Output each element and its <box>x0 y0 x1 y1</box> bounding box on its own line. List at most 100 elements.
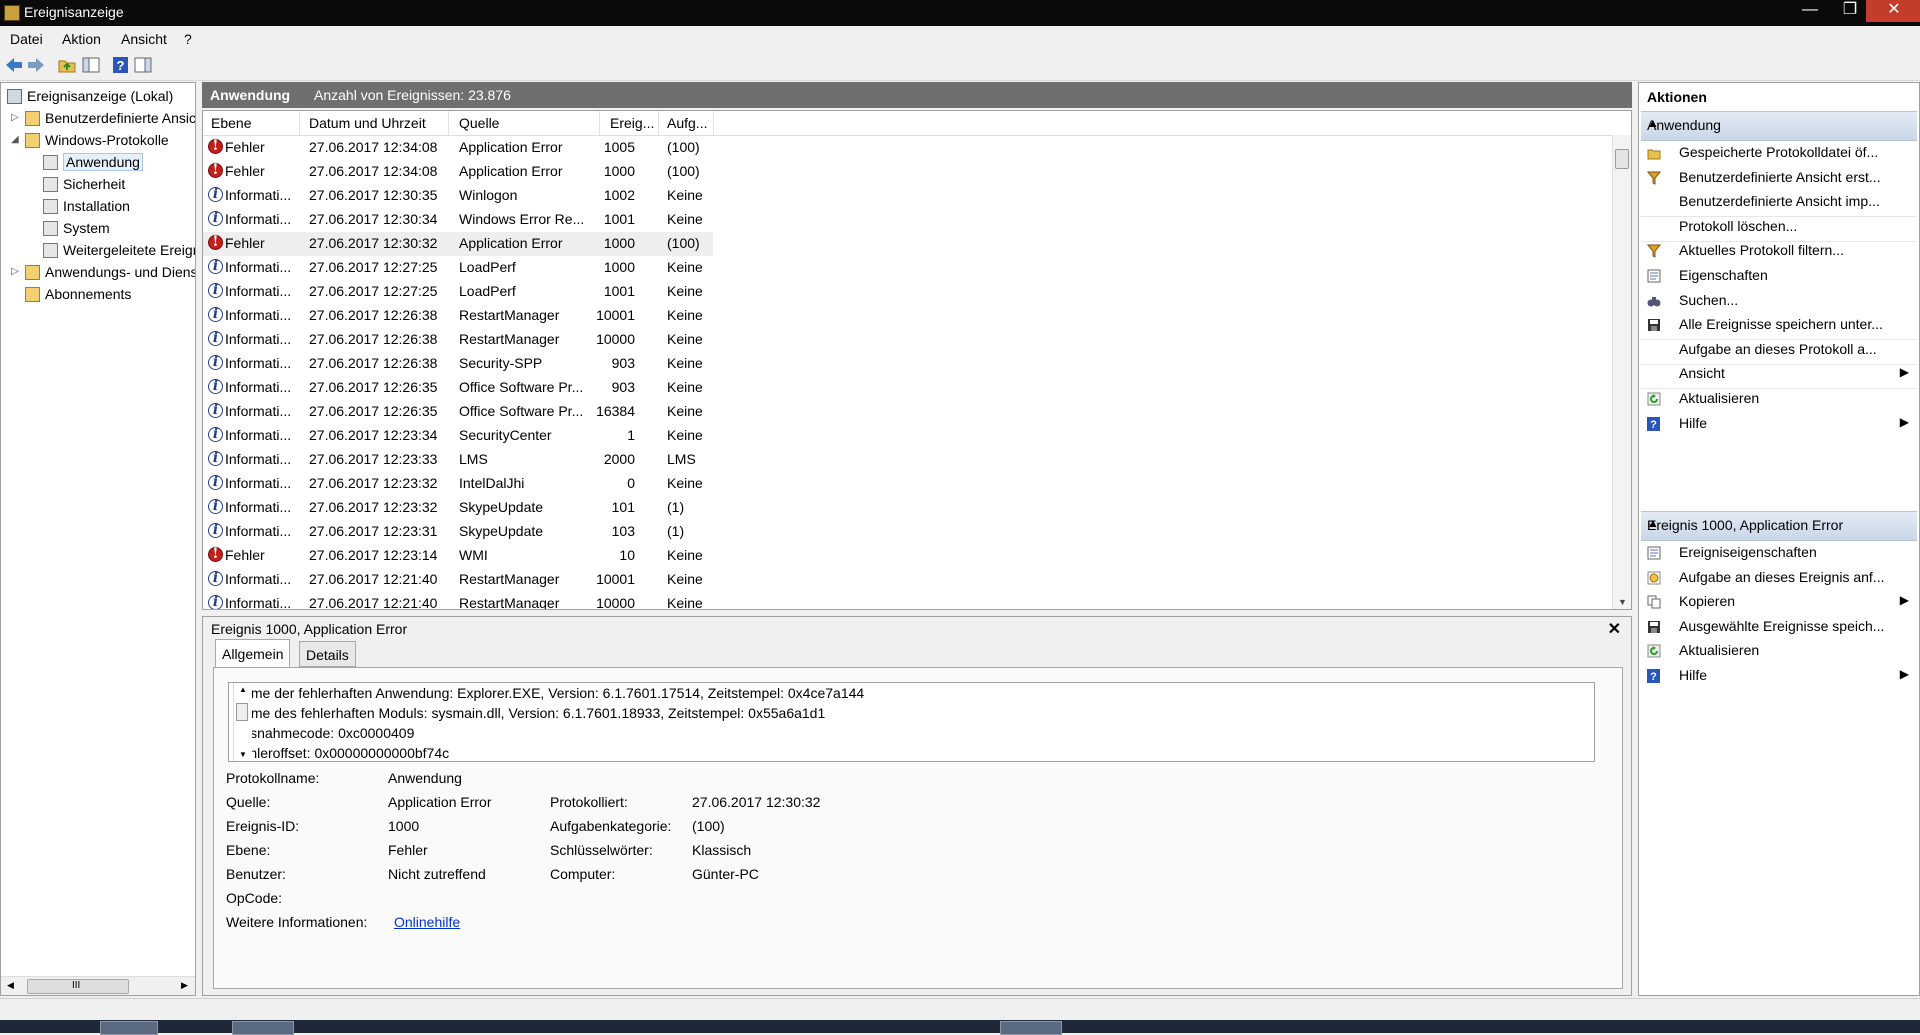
binoculars-icon <box>1647 294 1661 308</box>
tree-item-app-service-logs[interactable]: Anwendungs- und Dienstprotokolle <box>25 261 195 283</box>
cell-ebene: Informati... <box>225 571 292 587</box>
forward-arrow-icon[interactable] <box>27 57 45 73</box>
col-datum[interactable]: Datum und Uhrzeit <box>309 115 426 131</box>
scroll-down-icon[interactable]: ▼ <box>1618 597 1627 607</box>
section-anwendung[interactable]: Anwendung ▲ <box>1641 111 1917 141</box>
cell-ereignis-id: 1002 <box>603 187 635 203</box>
action-item[interactable]: ? Hilfe ▶ <box>1641 410 1917 438</box>
tree-item-custom-views[interactable]: Benutzerdefinierte Ansichten <box>25 107 195 129</box>
cell-ebene: Informati... <box>225 499 292 515</box>
table-row[interactable]: i Informati... 27.06.2017 12:26:38 RestartM… <box>203 328 713 352</box>
event-message-box[interactable]: Name der fehlerhaften Anwendung: Explore… <box>228 682 1595 762</box>
event-viewer-app-icon <box>4 5 20 21</box>
table-row[interactable]: i Informati... 27.06.2017 12:23:34 Security… <box>203 424 713 448</box>
cell-datum: 27.06.2017 12:26:35 <box>309 403 438 419</box>
table-row[interactable]: i Informati... 27.06.2017 12:23:31 SkypeUpd… <box>203 520 713 544</box>
table-row[interactable]: i Informati... 27.06.2017 12:26:35 Office S… <box>203 376 713 400</box>
menu-aktion[interactable]: Aktion <box>62 31 101 47</box>
cell-ereignis-id: 10000 <box>596 595 635 610</box>
scrollbar-thumb[interactable]: III <box>27 979 129 994</box>
event-detail-pane: Ereignis 1000, Application Error ✕ Allge… <box>202 616 1632 996</box>
col-aufgabenkategorie[interactable]: Aufg... <box>667 115 707 131</box>
cell-ebene: Informati... <box>225 379 292 395</box>
col-ereignis-id[interactable]: Ereig... <box>610 115 654 131</box>
table-row[interactable]: i Informati... 27.06.2017 12:23:32 SkypeUpd… <box>203 496 713 520</box>
table-row[interactable]: i Informati... 27.06.2017 12:27:25 LoadPerf… <box>203 256 713 280</box>
message-scrollbar[interactable]: ▲ ▼ <box>233 683 252 761</box>
close-window-button[interactable]: ✕ <box>1866 0 1920 22</box>
col-quelle[interactable]: Quelle <box>459 115 499 131</box>
table-row[interactable]: i Informati... 27.06.2017 12:30:35 Winlogon… <box>203 184 713 208</box>
scroll-up-icon[interactable]: ▲ <box>239 685 247 694</box>
show-hide-action-pane-icon[interactable] <box>134 57 152 73</box>
folder-up-icon[interactable] <box>58 57 76 73</box>
general-tab-panel: Name der fehlerhaften Anwendung: Explore… <box>213 667 1623 989</box>
label-aufgabenkategorie: Aufgabenkategorie: <box>550 818 672 834</box>
scroll-down-icon[interactable]: ▼ <box>239 750 247 759</box>
table-row[interactable]: i Informati... 27.06.2017 12:23:32 IntelDal… <box>203 472 713 496</box>
table-row[interactable]: i Informati... 27.06.2017 12:26:38 Security… <box>203 352 713 376</box>
title-bar: Ereignisanzeige — ❐ ✕ <box>0 0 1920 26</box>
table-row[interactable]: i Informati... 27.06.2017 12:30:34 Windows … <box>203 208 713 232</box>
table-header: Ebene Datum und Uhrzeit Quelle Ereig... … <box>203 111 1613 136</box>
tree-horizontal-scrollbar[interactable]: ◀ III ▶ <box>1 976 195 995</box>
tree-item-anwendung[interactable]: Anwendung <box>43 151 143 173</box>
back-arrow-icon[interactable] <box>5 57 23 73</box>
tab-allgemein[interactable]: Allgemein <box>215 639 291 667</box>
maximize-button[interactable]: ❐ <box>1830 0 1870 22</box>
table-row[interactable]: ! Fehler 27.06.2017 12:30:32 Application Er… <box>203 232 713 256</box>
table-row[interactable]: i Informati... 27.06.2017 12:23:33 LMS 2000 L… <box>203 448 713 472</box>
tree-item-system[interactable]: System <box>43 217 110 239</box>
tree-root[interactable]: Ereignisanzeige (Lokal) <box>7 85 173 107</box>
online-help-link[interactable]: Onlinehilfe <box>394 914 460 930</box>
menu-ansicht[interactable]: Ansicht <box>121 31 167 47</box>
actions-title: Aktionen <box>1647 89 1707 105</box>
cell-quelle: LoadPerf <box>459 283 516 299</box>
action-item[interactable]: ? Hilfe ▶ <box>1641 662 1917 690</box>
expand-app-service-logs-icon[interactable]: ▷ <box>11 266 19 277</box>
save-icon <box>1647 620 1661 634</box>
tree-item-installation[interactable]: Installation <box>43 195 130 217</box>
label-ebene: Ebene: <box>226 842 271 858</box>
minimize-button[interactable]: — <box>1790 0 1830 22</box>
collapse-icon[interactable]: ▲ <box>1647 116 1909 130</box>
cell-ereignis-id: 1005 <box>603 139 635 155</box>
col-ebene[interactable]: Ebene <box>211 115 251 131</box>
tree-item-subscriptions[interactable]: Abonnements <box>25 283 131 305</box>
expand-custom-views-icon[interactable]: ▷ <box>11 112 19 123</box>
table-row[interactable]: ! Fehler 27.06.2017 12:34:08 Application Er… <box>203 136 713 160</box>
folder-icon <box>25 132 40 148</box>
tab-details[interactable]: Details <box>299 641 356 667</box>
tree-item-forwarded-events[interactable]: Weitergeleitete Ereignisse <box>43 239 195 261</box>
collapse-windows-logs-icon[interactable]: ◢ <box>11 134 19 145</box>
help-icon[interactable]: ? <box>112 57 130 73</box>
table-row[interactable]: ! Fehler 27.06.2017 12:23:14 WMI 10 Keine <box>203 544 713 568</box>
collapse-icon[interactable]: ▲ <box>1647 516 1909 530</box>
table-row[interactable]: i Informati... 27.06.2017 12:21:40 RestartM… <box>203 592 713 610</box>
scrollbar-thumb[interactable] <box>236 703 248 721</box>
scroll-right-icon[interactable]: ▶ <box>181 980 188 991</box>
events-vertical-scrollbar[interactable]: ▼ <box>1612 135 1631 609</box>
close-detail-button[interactable]: ✕ <box>1608 619 1621 639</box>
scroll-left-icon[interactable]: ◀ <box>7 980 14 991</box>
table-row[interactable]: i Informati... 27.06.2017 12:26:38 RestartM… <box>203 304 713 328</box>
tree-item-sicherheit[interactable]: Sicherheit <box>43 173 125 195</box>
menu-help[interactable]: ? <box>184 31 192 47</box>
tree-item-windows-logs[interactable]: Windows-Protokolle <box>25 129 169 151</box>
cell-datum: 27.06.2017 12:23:14 <box>309 547 438 563</box>
menu-datei[interactable]: Datei <box>10 31 43 47</box>
table-row[interactable]: i Informati... 27.06.2017 12:26:35 Office S… <box>203 400 713 424</box>
show-hide-tree-icon[interactable] <box>82 57 100 73</box>
section-event[interactable]: Ereignis 1000, Application Error ▲ <box>1641 511 1917 541</box>
cell-datum: 27.06.2017 12:34:08 <box>309 163 438 179</box>
cell-aufgabenkategorie: Keine <box>667 307 703 323</box>
action-label: Benutzerdefinierte Ansicht erst... <box>1679 168 1881 185</box>
table-row[interactable]: i Informati... 27.06.2017 12:21:40 RestartM… <box>203 568 713 592</box>
action-label: Hilfe <box>1679 414 1708 431</box>
cell-datum: 27.06.2017 12:23:31 <box>309 523 438 539</box>
scrollbar-thumb[interactable] <box>1615 149 1629 169</box>
table-row[interactable]: i Informati... 27.06.2017 12:27:25 LoadPerf… <box>203 280 713 304</box>
table-row[interactable]: ! Fehler 27.06.2017 12:34:08 Application Er… <box>203 160 713 184</box>
info-icon: i <box>208 379 223 394</box>
value-protokolliert: 27.06.2017 12:30:32 <box>692 794 821 810</box>
